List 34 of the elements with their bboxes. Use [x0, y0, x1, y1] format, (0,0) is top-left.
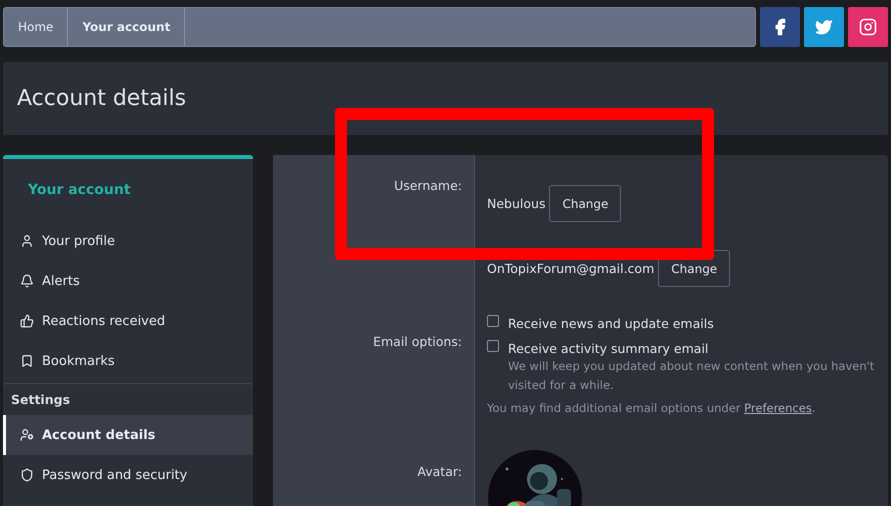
email-value: OnTopixForum@gmail.com — [487, 261, 654, 276]
option-hint: We will keep you updated about new content when you haven't visited for a while. — [508, 358, 876, 394]
sidebar-item[interactable]: Your profile — [3, 221, 253, 261]
social-button[interactable] — [760, 7, 800, 47]
preferences-link[interactable]: Preferences — [744, 401, 812, 415]
form-label: Avatar: — [416, 464, 463, 479]
thumbs-up-icon — [20, 314, 34, 328]
user-icon — [20, 234, 34, 248]
twitter-icon — [815, 18, 833, 36]
sidebar-item[interactable]: Alerts — [3, 261, 253, 301]
sidebar-item[interactable]: Password and security — [3, 455, 253, 495]
form-label: Username: — [393, 178, 463, 193]
instagram-icon — [859, 18, 877, 36]
sidebar-title: Your account — [27, 181, 132, 200]
sidebar-item[interactable]: Account details — [3, 415, 253, 455]
breadcrumb-link[interactable]: Home — [4, 8, 68, 46]
checkbox-label[interactable]: Receive news and update emails — [508, 316, 714, 331]
checkbox[interactable] — [487, 340, 499, 352]
change-button[interactable]: Change — [549, 185, 622, 222]
sidebar-item[interactable]: Bookmarks — [3, 341, 253, 381]
email-options-note: You may find additional email options under Preferences. — [487, 401, 816, 415]
breadcrumb-link[interactable]: Your account — [68, 8, 186, 46]
change-button[interactable]: Change — [658, 250, 730, 287]
form-label: Email options: — [372, 334, 463, 349]
social-button[interactable] — [848, 7, 888, 47]
user-gear-icon — [20, 428, 34, 442]
bell-icon — [20, 274, 34, 288]
shield-icon — [20, 468, 34, 482]
bookmark-icon — [20, 354, 34, 368]
sidebar-item[interactable]: Reactions received — [3, 301, 253, 341]
username-value: Nebulous — [487, 196, 546, 211]
checkbox-label[interactable]: Receive activity summary email — [508, 341, 708, 356]
page-title: Account details — [17, 86, 186, 111]
checkbox[interactable] — [487, 315, 499, 327]
